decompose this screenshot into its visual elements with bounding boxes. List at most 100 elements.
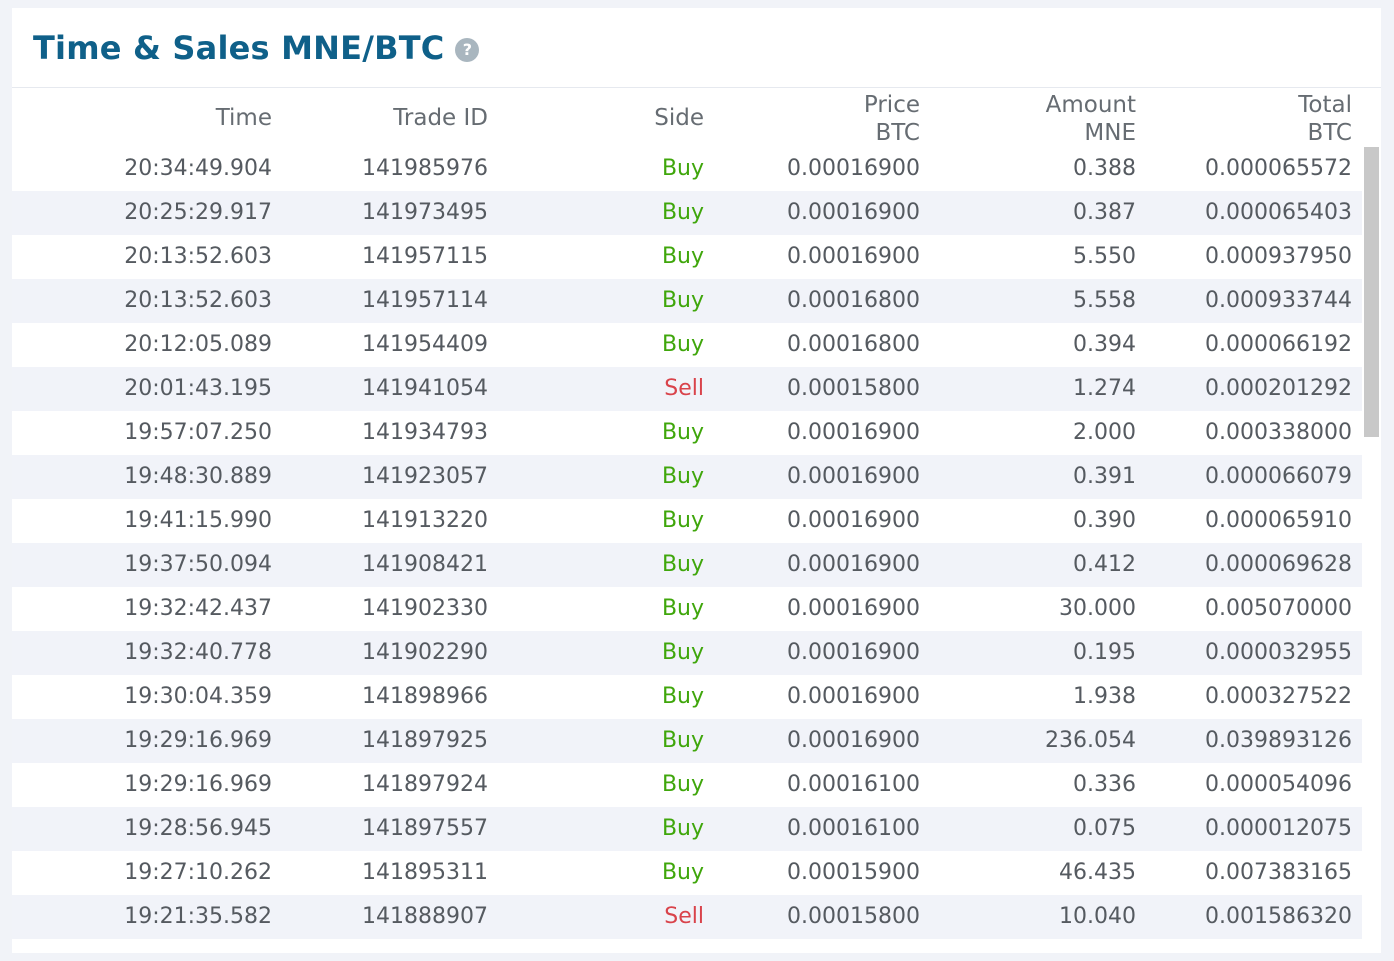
table-row[interactable]: 19:30:04.359 141898966 Buy 0.00016900 1.938 0… (12, 675, 1362, 719)
column-header-price[interactable]: Price BTC (864, 91, 920, 147)
trade-amount: 5.550 (1073, 244, 1136, 269)
trade-price: 0.00016900 (787, 244, 920, 269)
table-row[interactable]: 19:48:30.889 141923057 Buy 0.00016900 0.391 0… (12, 455, 1362, 499)
trade-id: 141954409 (362, 332, 488, 357)
trade-amount: 236.054 (1045, 728, 1136, 753)
panel-header: Time & Sales MNE/BTC ? (12, 8, 1381, 88)
trade-total: 0.000066192 (1205, 332, 1352, 357)
trade-time: 20:34:49.904 (124, 156, 272, 181)
column-header-total-unit: BTC (1307, 120, 1352, 146)
table-row[interactable]: 20:12:05.089 141954409 Buy 0.00016800 0.394 0… (12, 323, 1362, 367)
trade-id: 141957115 (362, 244, 488, 269)
trade-total: 0.000327522 (1205, 684, 1352, 709)
table-row[interactable]: 19:32:40.778 141902290 Buy 0.00016900 0.195 0… (12, 631, 1362, 675)
trade-side: Buy (661, 552, 704, 577)
table-row[interactable]: 20:01:43.195 141941054 Sell 0.00015800 1.274… (12, 367, 1362, 411)
table-row[interactable]: 19:21:35.582 141888907 Sell 0.00015800 10.04… (12, 895, 1362, 939)
trade-time: 19:21:35.582 (124, 904, 272, 929)
trade-id: 141973495 (362, 200, 488, 225)
column-header-amount[interactable]: Amount MNE (1046, 91, 1136, 147)
trade-id: 141913220 (362, 508, 488, 533)
question-circle-icon[interactable]: ? (455, 37, 480, 62)
scrollbar-thumb[interactable] (1364, 147, 1379, 437)
trade-amount: 0.388 (1073, 156, 1136, 181)
trade-price: 0.00016900 (787, 596, 920, 621)
table-row[interactable]: 19:57:07.250 141934793 Buy 0.00016900 2.000 0… (12, 411, 1362, 455)
table-row[interactable]: 20:25:29.917 141973495 Buy 0.00016900 0.387 0… (12, 191, 1362, 235)
vertical-scrollbar[interactable] (1362, 147, 1381, 953)
table-row[interactable]: 19:27:10.262 141895311 Buy 0.00015900 46.435… (12, 851, 1362, 895)
table-row[interactable]: 19:28:56.945 141897557 Buy 0.00016100 0.075 0… (12, 807, 1362, 851)
trade-side: Buy (661, 684, 704, 709)
trade-id: 141941054 (362, 376, 488, 401)
trade-total: 0.000032955 (1205, 640, 1352, 665)
trade-side: Buy (661, 508, 704, 533)
trade-time: 19:27:10.262 (124, 860, 272, 885)
time-and-sales-panel: Time & Sales MNE/BTC ? Time Trade ID Sid… (12, 8, 1381, 953)
trade-price: 0.00016100 (787, 772, 920, 797)
trade-id: 141908421 (362, 552, 488, 577)
trade-price: 0.00016900 (787, 420, 920, 445)
trade-total: 0.039893126 (1205, 728, 1352, 753)
trade-amount: 30.000 (1059, 596, 1136, 621)
trade-total: 0.007383165 (1205, 860, 1352, 885)
column-header-time[interactable]: Time (216, 104, 272, 132)
trade-side: Buy (661, 244, 704, 269)
trade-amount: 1.938 (1073, 684, 1136, 709)
trade-total: 0.001586320 (1205, 904, 1352, 929)
table-row[interactable]: 20:34:49.904 141985976 Buy 0.00016900 0.388 0… (12, 147, 1362, 191)
trade-price: 0.00016900 (787, 552, 920, 577)
trade-time: 19:28:56.945 (124, 816, 272, 841)
trade-amount: 46.435 (1059, 860, 1136, 885)
column-header-amount-unit: MNE (1084, 120, 1136, 146)
trade-time: 20:12:05.089 (124, 332, 272, 357)
trade-id: 141957114 (362, 288, 488, 313)
trade-total: 0.000054096 (1205, 772, 1352, 797)
trade-price: 0.00016900 (787, 728, 920, 753)
table-row[interactable]: 19:37:50.094 141908421 Buy 0.00016900 0.412 0… (12, 543, 1362, 587)
trade-time: 20:25:29.917 (124, 200, 272, 225)
trade-time: 19:41:15.990 (124, 508, 272, 533)
trade-side: Buy (661, 816, 704, 841)
trade-amount: 1.274 (1073, 376, 1136, 401)
column-header-trade-id[interactable]: Trade ID (393, 104, 488, 132)
table-row[interactable]: 19:29:16.969 141897925 Buy 0.00016900 236.05… (12, 719, 1362, 763)
column-header-side[interactable]: Side (654, 104, 704, 132)
trade-id: 141897557 (362, 816, 488, 841)
trade-total: 0.000937950 (1205, 244, 1352, 269)
trade-price: 0.00016100 (787, 816, 920, 841)
column-header-total[interactable]: Total BTC (1298, 91, 1352, 147)
trade-amount: 0.336 (1073, 772, 1136, 797)
trade-total: 0.000065403 (1205, 200, 1352, 225)
trade-id: 141934793 (362, 420, 488, 445)
trade-amount: 0.387 (1073, 200, 1136, 225)
trade-time: 20:13:52.603 (124, 288, 272, 313)
trade-time: 19:57:07.250 (124, 420, 272, 445)
table-row[interactable]: 20:13:52.603 141957115 Buy 0.00016900 5.550 0… (12, 235, 1362, 279)
trade-total: 0.000065910 (1205, 508, 1352, 533)
table-row[interactable]: 20:13:52.603 141957114 Buy 0.00016800 5.558 0… (12, 279, 1362, 323)
panel-title: Time & Sales MNE/BTC (33, 28, 445, 67)
trade-price: 0.00016800 (787, 332, 920, 357)
trade-time: 19:32:42.437 (124, 596, 272, 621)
trade-side: Buy (661, 332, 704, 357)
trade-id: 141898966 (362, 684, 488, 709)
table-row[interactable]: 19:32:42.437 141902330 Buy 0.00016900 30.000… (12, 587, 1362, 631)
trade-id: 141902330 (362, 596, 488, 621)
trade-amount: 5.558 (1073, 288, 1136, 313)
trade-time: 19:48:30.889 (124, 464, 272, 489)
trade-side: Buy (661, 200, 704, 225)
trade-amount: 0.075 (1073, 816, 1136, 841)
table-row[interactable]: 19:29:16.969 141897924 Buy 0.00016100 0.336 0… (12, 763, 1362, 807)
table-row[interactable]: 19:41:15.990 141913220 Buy 0.00016900 0.390 0… (12, 499, 1362, 543)
trade-side: Buy (661, 772, 704, 797)
trade-amount: 10.040 (1059, 904, 1136, 929)
trade-id: 141888907 (362, 904, 488, 929)
trade-time: 19:37:50.094 (124, 552, 272, 577)
trade-side: Sell (664, 904, 704, 929)
trade-price: 0.00016900 (787, 156, 920, 181)
trade-side: Buy (661, 728, 704, 753)
trade-total: 0.000201292 (1205, 376, 1352, 401)
trade-price: 0.00016900 (787, 200, 920, 225)
table-header: Time Trade ID Side Price BTC Amount MNE … (12, 89, 1362, 148)
